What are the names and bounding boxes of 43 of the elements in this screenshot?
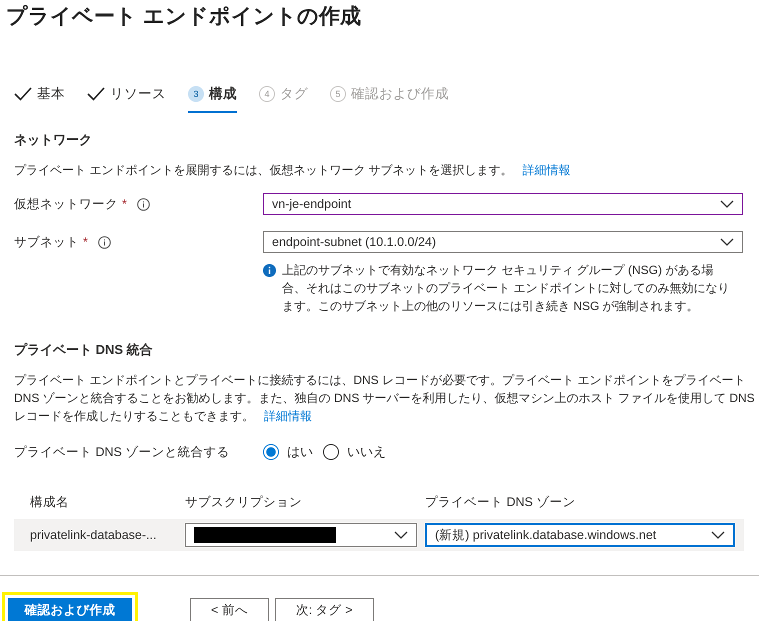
dropdown-field[interactable]: (新規) privatelink.database.windows.net bbox=[425, 523, 735, 547]
column-header: プライベート DNS ゾーン bbox=[425, 494, 576, 510]
required-mark: * bbox=[122, 197, 127, 211]
chevron-down-icon bbox=[711, 531, 725, 539]
step-number: 5 bbox=[330, 86, 346, 102]
radio-option[interactable]: いいえ bbox=[323, 443, 386, 461]
chevron-down-icon bbox=[394, 531, 408, 539]
footer-button[interactable]: 次: タグ > bbox=[274, 598, 374, 621]
info-icon bbox=[263, 264, 276, 277]
info-icon bbox=[98, 236, 111, 248]
learn-more-link[interactable]: 詳細情報 bbox=[264, 409, 312, 423]
field-label: 仮想ネットワーク bbox=[14, 196, 118, 212]
radio-button[interactable] bbox=[323, 444, 339, 460]
column-header: サブスクリプション bbox=[185, 494, 303, 510]
section-heading: ネットワーク bbox=[14, 131, 93, 149]
footer-button[interactable]: 確認および作成 bbox=[8, 598, 132, 621]
checkmark-icon bbox=[14, 87, 32, 101]
table-cell-text: privatelink-database-... bbox=[30, 528, 158, 542]
dropdown-field[interactable] bbox=[185, 523, 417, 547]
step-number: 4 bbox=[259, 86, 275, 102]
info-message: 上記のサブネットで有効なネットワーク セキュリティ グループ (NSG) がある場合、それはこのサブネットのプライベート エンドポイントに対してのみ無効になります。このサブネット上の他のリソースには引き続き NSG が強制されます。 bbox=[282, 262, 730, 315]
dropdown-field[interactable]: endpoint-subnet (10.1.0.0/24) bbox=[263, 231, 743, 253]
dropdown-field[interactable]: vn-je-endpoint bbox=[263, 193, 743, 215]
radio-button[interactable] bbox=[263, 444, 279, 460]
info-icon bbox=[136, 198, 150, 210]
learn-more-link[interactable]: 詳細情報 bbox=[522, 163, 571, 177]
wizard-tab[interactable]: リソース bbox=[87, 83, 166, 113]
checkmark-icon bbox=[87, 87, 105, 101]
column-header: 構成名 bbox=[30, 494, 70, 510]
page-title: プライベート エンドポイントの作成 bbox=[6, 4, 362, 30]
radio-option[interactable]: はい bbox=[263, 443, 313, 461]
section-description: プライベート エンドポイントを展開するには、仮想ネットワーク サブネットを選択します。 詳細情報 bbox=[14, 162, 572, 179]
required-mark: * bbox=[83, 235, 88, 249]
chevron-down-icon bbox=[720, 200, 734, 208]
chevron-down-icon bbox=[720, 238, 734, 246]
field-label: プライベート DNS ゾーンと統合する bbox=[14, 444, 230, 460]
wizard-tab[interactable]: 基本 bbox=[14, 83, 65, 113]
footer-button[interactable]: < 前へ bbox=[190, 598, 269, 621]
section-description: プライベート エンドポイントとプライベートに接続するには、DNS レコードが必要です。プライベート エンドポイントをプライベート DNS ゾーンと統合することをお勧めします。また、独自の DNS サーバーを利用したり、仮想マシン上のホスト ファイルを使用して DNS レコードを作成したりすることもできます。 詳細情報 bbox=[14, 372, 756, 425]
step-number: 3 bbox=[188, 86, 204, 102]
wizard-tab[interactable]: 3 構成 bbox=[188, 83, 237, 113]
field-label: サブネット bbox=[14, 234, 79, 250]
section-heading: プライベート DNS 統合 bbox=[14, 341, 154, 359]
